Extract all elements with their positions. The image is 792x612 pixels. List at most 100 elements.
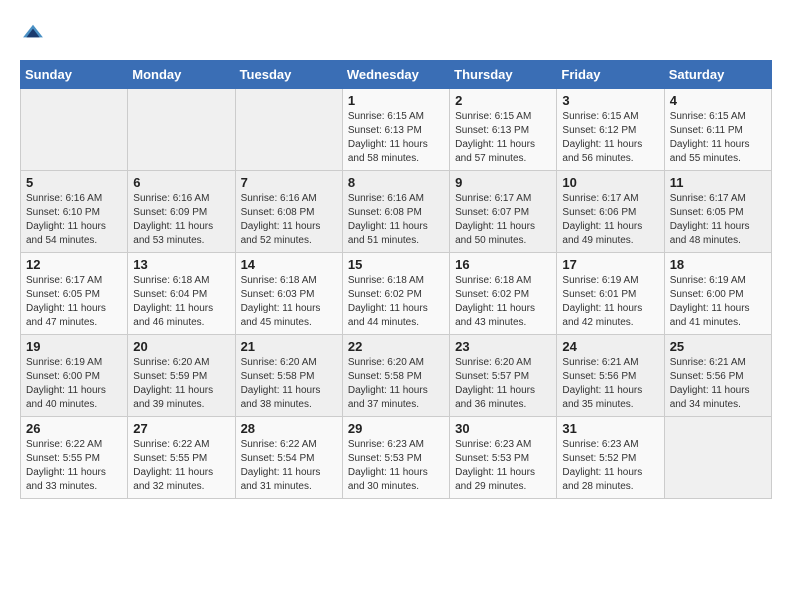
calendar-cell (235, 89, 342, 171)
calendar-cell: 4 Sunrise: 6:15 AM Sunset: 6:11 PM Dayli… (664, 89, 771, 171)
sunrise-text: Sunrise: 6:16 AM (26, 193, 102, 204)
day-number: 21 (241, 339, 337, 354)
sunset-text: Sunset: 6:09 PM (133, 207, 207, 218)
weekday-header: Wednesday (342, 61, 449, 89)
sunset-text: Sunset: 6:03 PM (241, 289, 315, 300)
day-number: 19 (26, 339, 122, 354)
day-number: 25 (670, 339, 766, 354)
sunrise-text: Sunrise: 6:18 AM (455, 275, 531, 286)
day-number: 16 (455, 257, 551, 272)
sunset-text: Sunset: 6:10 PM (26, 207, 100, 218)
calendar-cell (21, 89, 128, 171)
calendar-cell: 15 Sunrise: 6:18 AM Sunset: 6:02 PM Dayl… (342, 253, 449, 335)
calendar-cell: 12 Sunrise: 6:17 AM Sunset: 6:05 PM Dayl… (21, 253, 128, 335)
logo (20, 20, 44, 44)
sunset-text: Sunset: 6:04 PM (133, 289, 207, 300)
day-info: Sunrise: 6:23 AM Sunset: 5:53 PM Dayligh… (348, 438, 444, 494)
calendar-cell: 11 Sunrise: 6:17 AM Sunset: 6:05 PM Dayl… (664, 171, 771, 253)
daylight-text: Daylight: 11 hours and 30 minutes. (348, 467, 428, 492)
daylight-text: Daylight: 11 hours and 57 minutes. (455, 139, 535, 164)
calendar-cell: 27 Sunrise: 6:22 AM Sunset: 5:55 PM Dayl… (128, 417, 235, 499)
day-number: 15 (348, 257, 444, 272)
sunset-text: Sunset: 6:00 PM (26, 371, 100, 382)
day-number: 31 (562, 421, 658, 436)
day-info: Sunrise: 6:23 AM Sunset: 5:53 PM Dayligh… (455, 438, 551, 494)
day-info: Sunrise: 6:21 AM Sunset: 5:56 PM Dayligh… (670, 356, 766, 412)
day-info: Sunrise: 6:20 AM Sunset: 5:58 PM Dayligh… (241, 356, 337, 412)
sunrise-text: Sunrise: 6:22 AM (133, 439, 209, 450)
day-info: Sunrise: 6:15 AM Sunset: 6:11 PM Dayligh… (670, 110, 766, 166)
day-number: 8 (348, 175, 444, 190)
day-number: 23 (455, 339, 551, 354)
calendar-cell (664, 417, 771, 499)
weekday-header: Thursday (450, 61, 557, 89)
sunrise-text: Sunrise: 6:21 AM (562, 357, 638, 368)
calendar-week-row: 26 Sunrise: 6:22 AM Sunset: 5:55 PM Dayl… (21, 417, 772, 499)
day-number: 26 (26, 421, 122, 436)
day-info: Sunrise: 6:15 AM Sunset: 6:13 PM Dayligh… (348, 110, 444, 166)
calendar-cell: 25 Sunrise: 6:21 AM Sunset: 5:56 PM Dayl… (664, 335, 771, 417)
sunset-text: Sunset: 5:52 PM (562, 453, 636, 464)
sunrise-text: Sunrise: 6:17 AM (670, 193, 746, 204)
sunset-text: Sunset: 6:08 PM (348, 207, 422, 218)
sunrise-text: Sunrise: 6:15 AM (455, 111, 531, 122)
calendar-cell: 10 Sunrise: 6:17 AM Sunset: 6:06 PM Dayl… (557, 171, 664, 253)
daylight-text: Daylight: 11 hours and 52 minutes. (241, 221, 321, 246)
daylight-text: Daylight: 11 hours and 41 minutes. (670, 303, 750, 328)
calendar-cell: 30 Sunrise: 6:23 AM Sunset: 5:53 PM Dayl… (450, 417, 557, 499)
sunset-text: Sunset: 5:55 PM (26, 453, 100, 464)
day-info: Sunrise: 6:17 AM Sunset: 6:05 PM Dayligh… (670, 192, 766, 248)
daylight-text: Daylight: 11 hours and 55 minutes. (670, 139, 750, 164)
day-info: Sunrise: 6:16 AM Sunset: 6:09 PM Dayligh… (133, 192, 229, 248)
sunset-text: Sunset: 5:56 PM (670, 371, 744, 382)
sunrise-text: Sunrise: 6:16 AM (133, 193, 209, 204)
day-number: 13 (133, 257, 229, 272)
daylight-text: Daylight: 11 hours and 34 minutes. (670, 385, 750, 410)
daylight-text: Daylight: 11 hours and 44 minutes. (348, 303, 428, 328)
daylight-text: Daylight: 11 hours and 56 minutes. (562, 139, 642, 164)
calendar-cell (128, 89, 235, 171)
day-number: 29 (348, 421, 444, 436)
sunrise-text: Sunrise: 6:18 AM (348, 275, 424, 286)
daylight-text: Daylight: 11 hours and 48 minutes. (670, 221, 750, 246)
sunset-text: Sunset: 6:00 PM (670, 289, 744, 300)
logo-text (20, 20, 44, 44)
daylight-text: Daylight: 11 hours and 37 minutes. (348, 385, 428, 410)
daylight-text: Daylight: 11 hours and 49 minutes. (562, 221, 642, 246)
calendar-cell: 23 Sunrise: 6:20 AM Sunset: 5:57 PM Dayl… (450, 335, 557, 417)
sunset-text: Sunset: 5:58 PM (241, 371, 315, 382)
daylight-text: Daylight: 11 hours and 54 minutes. (26, 221, 106, 246)
calendar-cell: 26 Sunrise: 6:22 AM Sunset: 5:55 PM Dayl… (21, 417, 128, 499)
sunset-text: Sunset: 5:53 PM (455, 453, 529, 464)
logo-icon (22, 22, 44, 44)
day-info: Sunrise: 6:18 AM Sunset: 6:02 PM Dayligh… (455, 274, 551, 330)
day-info: Sunrise: 6:19 AM Sunset: 6:00 PM Dayligh… (26, 356, 122, 412)
day-info: Sunrise: 6:23 AM Sunset: 5:52 PM Dayligh… (562, 438, 658, 494)
sunrise-text: Sunrise: 6:20 AM (133, 357, 209, 368)
sunset-text: Sunset: 5:57 PM (455, 371, 529, 382)
sunset-text: Sunset: 6:13 PM (455, 125, 529, 136)
daylight-text: Daylight: 11 hours and 47 minutes. (26, 303, 106, 328)
day-info: Sunrise: 6:19 AM Sunset: 6:00 PM Dayligh… (670, 274, 766, 330)
sunset-text: Sunset: 6:11 PM (670, 125, 743, 136)
calendar-cell: 31 Sunrise: 6:23 AM Sunset: 5:52 PM Dayl… (557, 417, 664, 499)
calendar-cell: 6 Sunrise: 6:16 AM Sunset: 6:09 PM Dayli… (128, 171, 235, 253)
sunrise-text: Sunrise: 6:20 AM (241, 357, 317, 368)
daylight-text: Daylight: 11 hours and 32 minutes. (133, 467, 213, 492)
day-info: Sunrise: 6:17 AM Sunset: 6:07 PM Dayligh… (455, 192, 551, 248)
daylight-text: Daylight: 11 hours and 29 minutes. (455, 467, 535, 492)
calendar-cell: 21 Sunrise: 6:20 AM Sunset: 5:58 PM Dayl… (235, 335, 342, 417)
calendar-cell: 22 Sunrise: 6:20 AM Sunset: 5:58 PM Dayl… (342, 335, 449, 417)
sunrise-text: Sunrise: 6:21 AM (670, 357, 746, 368)
calendar-header-row: SundayMondayTuesdayWednesdayThursdayFrid… (21, 61, 772, 89)
sunrise-text: Sunrise: 6:22 AM (241, 439, 317, 450)
sunrise-text: Sunrise: 6:23 AM (562, 439, 638, 450)
weekday-header: Saturday (664, 61, 771, 89)
sunset-text: Sunset: 6:06 PM (562, 207, 636, 218)
day-info: Sunrise: 6:22 AM Sunset: 5:55 PM Dayligh… (133, 438, 229, 494)
day-number: 1 (348, 93, 444, 108)
weekday-header: Sunday (21, 61, 128, 89)
calendar-cell: 7 Sunrise: 6:16 AM Sunset: 6:08 PM Dayli… (235, 171, 342, 253)
calendar-cell: 13 Sunrise: 6:18 AM Sunset: 6:04 PM Dayl… (128, 253, 235, 335)
daylight-text: Daylight: 11 hours and 53 minutes. (133, 221, 213, 246)
